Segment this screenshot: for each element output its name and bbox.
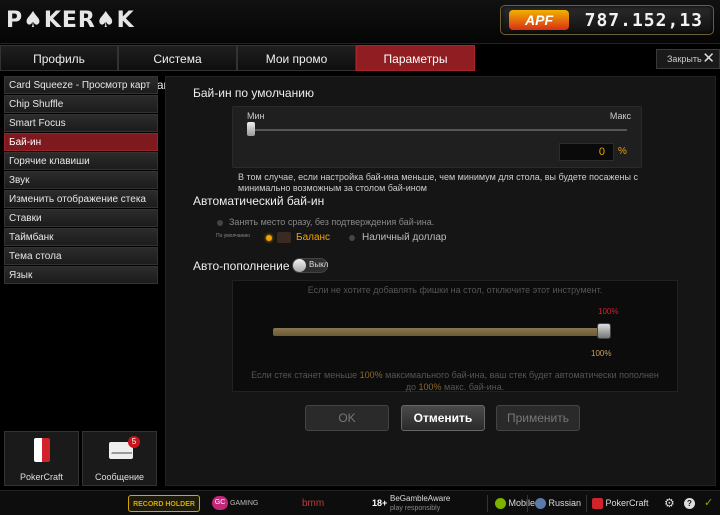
bga-label: BeGambleAware [390,494,451,503]
refill-msg-highlight-1: 100% [359,370,383,380]
tab-profile[interactable]: Профиль [0,45,118,71]
sidebar-bottom: PokerCraft 5 Сообщение [4,431,158,486]
cancel-button[interactable]: Отменить [401,405,485,431]
buyin-note: В том случае, если настройка бай-ина мен… [238,172,638,193]
footer-divider [586,495,587,512]
pokercraft-footer-link[interactable]: PokerCraft [592,495,654,512]
footer-divider [487,495,488,512]
balance-icon [277,232,291,243]
auto-buyin-title: Автоматический бай-ин [193,194,325,208]
buyin-percent-input[interactable]: 0 [559,143,614,161]
balance-value: 787.152,13 [584,10,703,31]
max-label: Макс [609,111,631,121]
pokercraft-footer-label: PokerCraft [605,498,649,508]
bmm-badge: bmm testlabs [302,498,325,509]
refill-threshold-bottom: 100% [591,349,612,358]
option-instant-label: Занять место сразу, без подтверждения ба… [229,217,435,227]
sidebar-item-chip-shuffle[interactable]: Chip Shuffle [4,95,158,113]
radio-instant[interactable] [217,220,223,226]
refill-msg-text-3: до [405,382,419,392]
help-icon[interactable]: ? [684,495,698,512]
close-icon: ✕ [702,50,715,67]
min-label: Мин [247,111,265,121]
close-button[interactable]: Закрыть ✕ [656,49,720,69]
message-button[interactable]: 5 Сообщение [82,431,157,486]
auto-refill-box: Если не хотите добавлять фишки на стол, … [232,280,678,392]
buyin-title: Бай-ин по умолчанию [193,86,314,100]
buyin-box: Мин Макс 0 % [232,106,642,168]
tab-my-promo[interactable]: Мои промо [237,45,356,71]
settings-panel: Бай-ин по умолчанию Мин Макс 0 % В том с… [165,76,716,486]
radio-balance[interactable] [266,235,272,241]
pokercraft-button[interactable]: PokerCraft [4,431,79,486]
buyin-slider-track[interactable] [247,129,627,131]
refill-hint: Если не хотите добавлять фишки на стол, … [307,285,603,295]
settings-sidebar: Card Squeeze - Просмотр карт Chip Shuffl… [4,76,158,285]
sidebar-item-sound[interactable]: Звук [4,171,158,189]
top-bar: P♠KER♠K APF 787.152,13 [0,0,720,44]
begambleaware-badge[interactable]: BeGambleAware play responsibly [390,494,482,512]
refill-message: Если стек станет меньше 100% максимально… [233,369,677,393]
refill-msg-text-4: макс. бай-ина. [441,382,505,392]
auto-refill-toggle[interactable]: Выкл [292,258,328,273]
sidebar-item-bets[interactable]: Ставки [4,209,158,227]
mobile-label: Mobile [508,498,536,508]
record-holder-badge: RECORD HOLDER [128,495,200,512]
settings-gear-icon[interactable]: ⚙ [664,495,678,512]
refill-msg-highlight-2: 100% [418,382,442,392]
pokercraft-icon [34,438,50,462]
sidebar-item-hotkeys[interactable]: Горячие клавиши [4,152,158,170]
close-label: Закрыть [667,54,702,64]
sidebar-item-stack-display[interactable]: Изменить отображение стека [4,190,158,208]
app-logo: P♠KER♠K [6,8,135,33]
message-count-badge: 5 [128,436,140,448]
buyin-slider-handle[interactable] [247,122,255,136]
language-selector[interactable]: Russian [535,495,591,512]
gaming-curacao-badge: GC GAMING CURACAO [212,495,292,512]
option-cash-label: Наличный доллар [362,232,447,243]
option-balance-label: Баланс [296,232,331,243]
refill-threshold-top: 100% [598,307,619,316]
age-badge: 18+ [372,498,388,508]
default-caption: По умолчанию [216,233,250,239]
refill-slider-track[interactable] [273,328,601,336]
percent-sign: % [618,146,627,157]
footer-bar: RECORD HOLDER GC GAMING CURACAO bmm test… [0,490,720,515]
pokercraft-icon [592,498,603,510]
apf-badge: APF [509,10,569,30]
message-label: Сообщение [95,472,144,482]
tab-settings[interactable]: Параметры [356,45,475,71]
language-label: Russian [548,498,582,508]
refill-slider-handle[interactable] [597,323,611,339]
radio-cash[interactable] [349,235,355,241]
toggle-knob [293,259,306,272]
footer-divider [527,495,528,512]
android-icon [495,498,506,510]
sidebar-item-language[interactable]: Язык [4,266,158,284]
toggle-label: Выкл [309,260,329,269]
gc-logo-icon: GC [212,496,228,511]
connection-icon: ✓ [704,497,714,509]
sidebar-item-card-squeeze[interactable]: Card Squeeze - Просмотр карт [4,76,158,94]
apply-button[interactable]: Применить [496,405,580,431]
sidebar-item-table-theme[interactable]: Тема стола [4,247,158,265]
main-tabs: Профиль Система вознаграждений Мои промо… [0,45,720,92]
pokercraft-label: PokerCraft [19,472,63,482]
ok-button[interactable]: OK [305,405,389,431]
globe-icon [535,498,546,510]
refill-msg-text-2: максимального бай-ина, ваш стек будет ав… [382,370,659,380]
refill-msg-text-1: Если стек станет меньше [251,370,360,380]
sidebar-item-buyin[interactable]: Бай-ин [4,133,158,151]
balance-panel: APF 787.152,13 [500,5,714,35]
sidebar-item-smart-focus[interactable]: Smart Focus [4,114,158,132]
bga-sub-label: play responsibly [390,505,441,512]
sidebar-item-timebank[interactable]: Таймбанк [4,228,158,246]
auto-refill-title: Авто-пополнение [193,259,290,273]
tab-rewards[interactable]: Система вознаграждений [118,45,237,92]
